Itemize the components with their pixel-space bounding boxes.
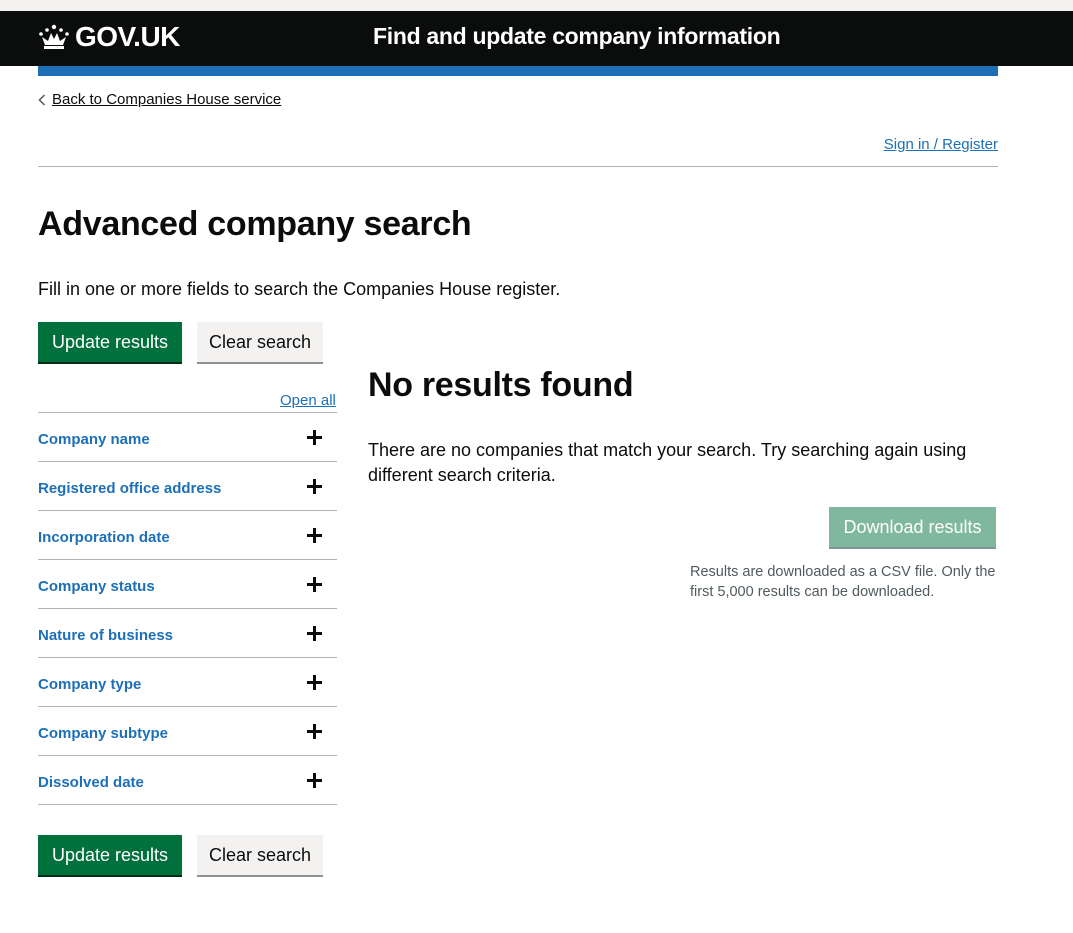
accordion-label: Dissolved date (38, 773, 144, 791)
accordion-company-type[interactable]: Company type (38, 658, 337, 707)
page-title: Advanced company search (38, 205, 472, 243)
accordion-label: Company subtype (38, 724, 169, 742)
page-intro: Fill in one or more fields to search the… (38, 279, 561, 299)
plus-icon (307, 773, 322, 788)
plus-icon (307, 675, 322, 690)
update-results-button-top[interactable]: Update results (38, 322, 182, 362)
accordion-registered-office-address[interactable]: Registered office address (38, 462, 337, 511)
accordion-label: Nature of business (38, 626, 174, 644)
crown-icon (39, 24, 69, 49)
clear-search-button-bottom[interactable]: Clear search (197, 835, 323, 875)
accordion-label: Registered office address (38, 479, 222, 497)
clear-search-button-top[interactable]: Clear search (197, 322, 323, 362)
back-link[interactable]: Back to Companies House service (38, 91, 281, 108)
open-all-link[interactable]: Open all (280, 392, 336, 409)
accordion-company-name[interactable]: Company name (38, 413, 337, 462)
update-results-button-bottom[interactable]: Update results (38, 835, 182, 875)
accordion-nature-of-business[interactable]: Nature of business (38, 609, 337, 658)
plus-icon (307, 430, 322, 445)
accordion-label: Company status (38, 577, 155, 595)
plus-icon (307, 479, 322, 494)
accordion-label: Incorporation date (38, 528, 170, 546)
logo-text: GOV.UK (75, 21, 180, 52)
accordion-incorporation-date[interactable]: Incorporation date (38, 511, 337, 560)
header-blue-bar (38, 66, 998, 76)
back-link-text[interactable]: Back to Companies House service (52, 91, 281, 108)
download-note: Results are downloaded as a CSV file. On… (690, 564, 996, 600)
chevron-left-icon (38, 93, 46, 106)
accordion-dissolved-date[interactable]: Dissolved date (38, 756, 337, 805)
divider (38, 166, 998, 167)
accordion-label: Company name (38, 430, 150, 448)
plus-icon (307, 528, 322, 543)
govuk-logo[interactable]: GOV.UK (38, 21, 180, 53)
no-results-message: There are no companies that match your s… (368, 440, 967, 485)
filter-accordion: Company name Registered office address I… (38, 412, 337, 805)
accordion-label: Company type (38, 675, 142, 693)
service-name[interactable]: Find and update company information (373, 23, 781, 50)
site-header: GOV.UK Find and update company informati… (0, 11, 1073, 66)
accordion-company-status[interactable]: Company status (38, 560, 337, 609)
plus-icon (307, 626, 322, 641)
browser-top-strip (0, 0, 1073, 11)
plus-icon (307, 724, 322, 739)
sign-in-register-link[interactable]: Sign in / Register (884, 136, 998, 153)
download-results-button[interactable]: Download results (829, 507, 996, 547)
no-results-heading: No results found (368, 366, 634, 404)
accordion-company-subtype[interactable]: Company subtype (38, 707, 337, 756)
plus-icon (307, 577, 322, 592)
